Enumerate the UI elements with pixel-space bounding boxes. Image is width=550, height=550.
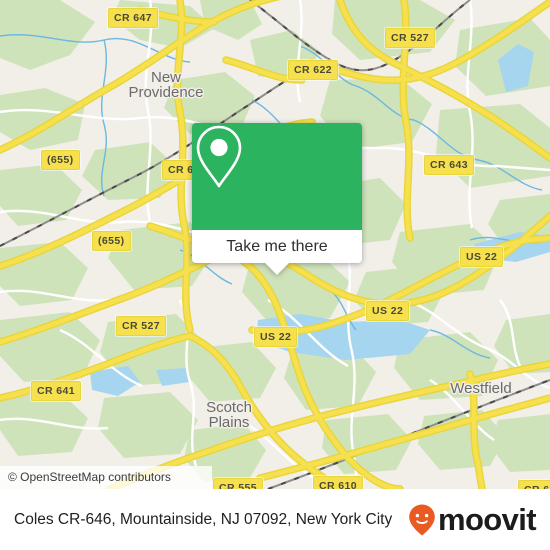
road-shield: CR 527 bbox=[116, 316, 167, 336]
road-shield: CR 641 bbox=[31, 381, 82, 401]
callout-pin-panel bbox=[192, 123, 362, 230]
moovit-smiley-pin-icon bbox=[409, 504, 435, 535]
road-shield: CR 555 bbox=[213, 478, 264, 489]
road-shield: US 22 bbox=[460, 247, 504, 267]
road-shield: CR 647 bbox=[108, 8, 159, 28]
map-attribution[interactable]: © OpenStreetMap contributors bbox=[0, 466, 212, 489]
road-shield: US 22 bbox=[366, 301, 410, 321]
footer-bar: Coles CR-646, Mountainside, NJ 07092, Ne… bbox=[0, 489, 550, 550]
road-shield: CR 613 bbox=[518, 480, 550, 489]
take-me-there-button[interactable]: Take me there bbox=[192, 230, 362, 275]
road-shield: (655) bbox=[92, 231, 131, 251]
road-shield: CR 610 bbox=[313, 476, 364, 489]
location-callout[interactable]: Take me there bbox=[192, 123, 362, 275]
road-shield: CR 622 bbox=[288, 60, 339, 80]
moovit-brand[interactable]: moovit bbox=[408, 502, 537, 537]
map-pin-icon bbox=[196, 125, 242, 188]
map-canvas[interactable]: New Providence Scotch Plains Westfield C… bbox=[0, 0, 550, 489]
take-me-there-label: Take me there bbox=[226, 237, 328, 255]
callout-tail bbox=[265, 263, 289, 275]
address-text: Coles CR-646, Mountainside, NJ 07092, Ne… bbox=[14, 511, 393, 528]
moovit-location-card: New Providence Scotch Plains Westfield C… bbox=[0, 0, 550, 550]
road-shield: (655) bbox=[41, 150, 80, 170]
road-shield: US 22 bbox=[254, 327, 298, 347]
road-shield: CR 527 bbox=[385, 28, 436, 48]
road-shield: CR 643 bbox=[424, 155, 475, 175]
moovit-wordmark: moovit bbox=[437, 502, 537, 537]
